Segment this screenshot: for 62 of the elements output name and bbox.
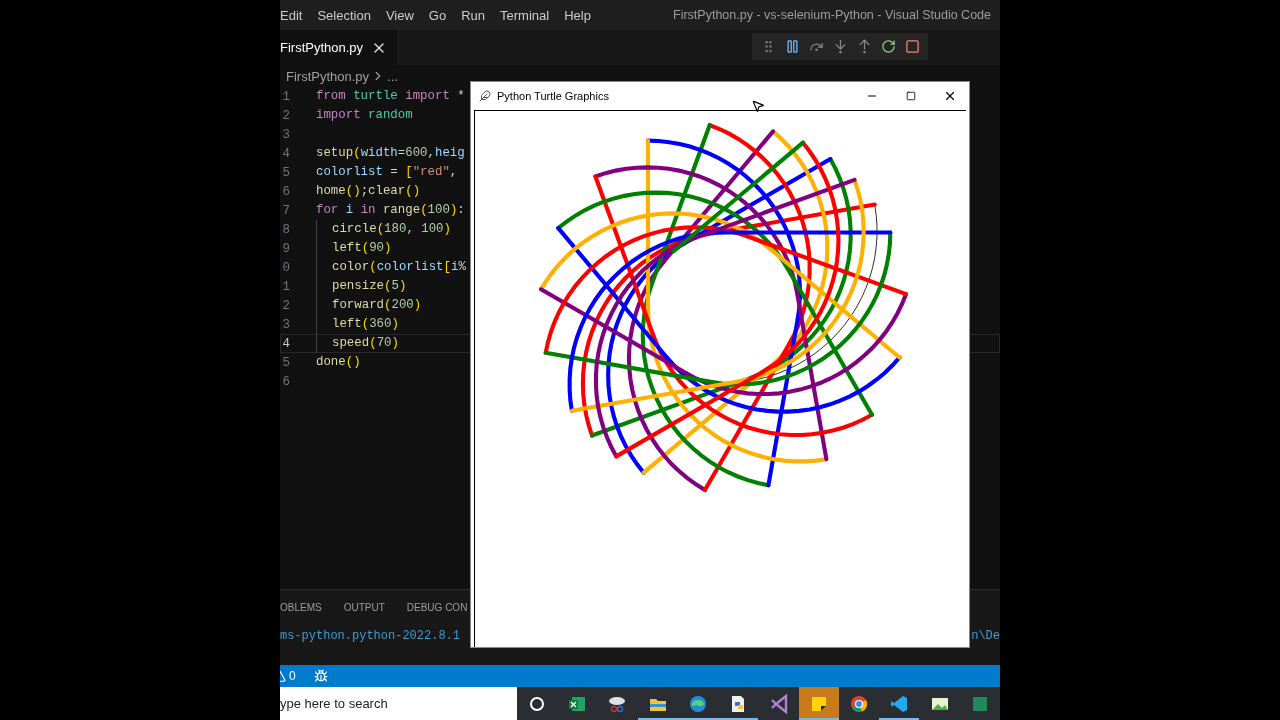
- line-number: 4: [281, 146, 290, 161]
- code-line: pensize(5): [316, 277, 407, 296]
- breadcrumb-item[interactable]: FirstPython.py: [286, 68, 370, 84]
- code-line: speed(70): [316, 334, 399, 353]
- menu-item[interactable]: Go: [428, 7, 455, 23]
- window-title: FirstPython.py - vs-selenium-Python - Visual Studio Code: [673, 8, 991, 22]
- breadcrumb-item[interactable]: ...: [387, 68, 398, 84]
- line-number: 6: [281, 374, 290, 389]
- line-number: 3: [281, 317, 290, 332]
- step-out-icon[interactable]: [856, 39, 872, 54]
- code-line: for i in range(100):: [316, 202, 465, 219]
- line-number: 1: [281, 279, 290, 294]
- warning-count[interactable]: 0: [289, 669, 296, 683]
- code-line: home();clear(): [316, 183, 421, 200]
- code-line: left(360): [316, 315, 399, 334]
- stop-icon[interactable]: [904, 39, 920, 54]
- code-editor-icon: [889, 693, 910, 714]
- browser-icon: [688, 693, 708, 714]
- panel-tab[interactable]: OBLEMS: [280, 601, 322, 613]
- code-line: done(): [316, 354, 361, 371]
- code-line: import random: [316, 107, 413, 124]
- search-placeholder: ype here to search: [280, 696, 388, 711]
- editor-tab[interactable]: FirstPython.py: [280, 30, 398, 65]
- line-number: 5: [281, 355, 290, 370]
- code-line: circle(180, 100): [316, 220, 451, 239]
- debug-icon[interactable]: [313, 669, 328, 683]
- browser-icon: [849, 693, 870, 714]
- line-number: 4: [281, 336, 290, 351]
- pause-icon[interactable]: [784, 39, 800, 54]
- menu-item[interactable]: Run: [461, 7, 494, 23]
- code-line: left(90): [316, 239, 392, 258]
- line-number: 1: [281, 89, 290, 104]
- code-line: setup(width=600,heig: [316, 145, 465, 162]
- taskbar-button[interactable]: [798, 687, 839, 720]
- menu-item[interactable]: Edit: [280, 7, 311, 23]
- line-number: 2: [281, 298, 290, 313]
- restart-icon[interactable]: [880, 39, 896, 54]
- line-number: 9: [281, 241, 290, 256]
- code-line: colorlist = ["red",: [316, 164, 458, 181]
- line-number: 2: [281, 108, 290, 123]
- panel-tab[interactable]: DEBUG CON: [406, 601, 468, 613]
- code-line: forward(200): [316, 296, 422, 315]
- menu-item[interactable]: Selection: [317, 7, 379, 23]
- menu-item[interactable]: View: [385, 7, 422, 23]
- menu-item[interactable]: Terminal: [500, 7, 558, 23]
- maximize-icon: [905, 91, 916, 101]
- panel-tab[interactable]: OUTPUT: [343, 601, 385, 613]
- turtle-window-title: Python Turtle Graphics: [497, 90, 609, 102]
- menu-item[interactable]: Help: [564, 7, 599, 23]
- line-number: 3: [281, 127, 290, 142]
- code-line: from turtle import *: [316, 88, 465, 105]
- step-into-icon[interactable]: [832, 39, 848, 54]
- line-number: 6: [281, 184, 290, 199]
- search-field[interactable]: ype here to search: [280, 687, 517, 720]
- feather-icon: [479, 90, 491, 102]
- line-number: 8: [281, 222, 290, 237]
- line-number: 7: [281, 203, 290, 218]
- code-line: color(colorlist[i%: [316, 258, 466, 277]
- line-number: 0: [281, 260, 290, 275]
- line-number: 5: [281, 165, 290, 180]
- terminal-text: ms-python.python-2022.8.1: [280, 629, 461, 643]
- terminal-text: n\De: [971, 629, 1000, 643]
